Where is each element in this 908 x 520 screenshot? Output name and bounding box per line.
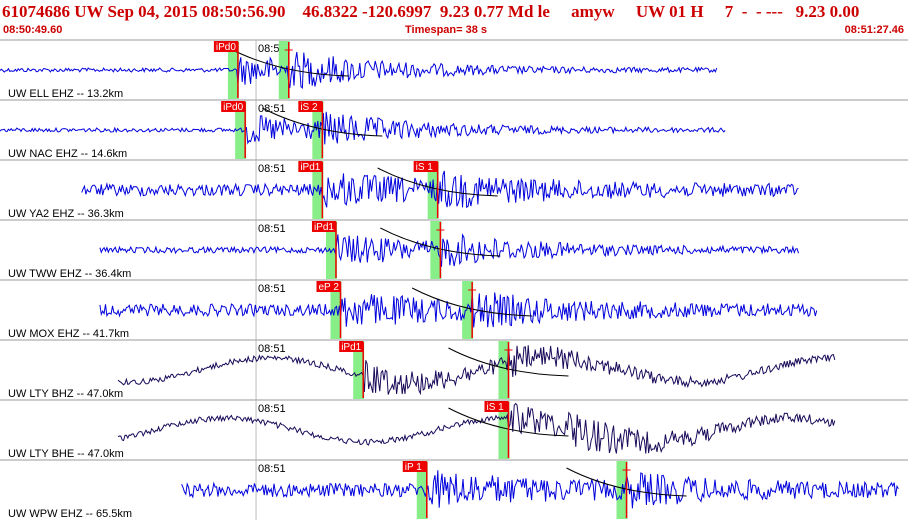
- pick-label[interactable]: iPd0: [216, 42, 236, 53]
- trace-row[interactable]: 08:51 iP 1 UW WPW EHZ -- 65.5km: [0, 459, 908, 520]
- time-tick-label: 08:51: [258, 343, 286, 355]
- time-tick-label: 08:51: [258, 163, 286, 175]
- waveform: [0, 111, 726, 145]
- trace-row[interactable]: 08:51iPd0UW ELL EHZ -- 13.2km: [0, 39, 908, 100]
- pick-label[interactable]: eP 2: [319, 282, 340, 293]
- waveform: [117, 402, 836, 454]
- trace-row[interactable]: 08:51 iPd1 iS 1 UW YA2 EHZ -- 36.3km: [0, 159, 908, 220]
- time-tick-label: 08:51: [258, 283, 286, 295]
- pick-label[interactable]: iS 1: [486, 402, 504, 413]
- station-label: UW LTY BHZ -- 47.0km: [8, 388, 123, 400]
- station-label: UW WPW EHZ -- 65.5km: [8, 508, 132, 520]
- pick-label[interactable]: iP 1: [405, 462, 422, 473]
- trace-row[interactable]: 08:51 eP 2 UW MOX EHZ -- 41.7km: [0, 279, 908, 340]
- pick-label[interactable]: iPd1: [314, 222, 334, 233]
- waveform: [117, 345, 836, 396]
- station-label: UW MOX EHZ -- 41.7km: [8, 328, 129, 340]
- pick-label[interactable]: iPd1: [300, 162, 320, 173]
- trace-row[interactable]: 08:51 iPd0 iS 2 UW NAC EHZ -- 14.6km: [0, 99, 908, 160]
- seismogram-panel: 08:51 iPd0 UW ELL EHZ -- 13.2km 08:51 iPd0 iS…: [0, 39, 908, 520]
- trace-row[interactable]: 08:51 iPd1 UW TWW EHZ -- 36.4km: [0, 219, 908, 280]
- time-tick-label: 08:51: [258, 223, 286, 235]
- waveform: [99, 291, 818, 328]
- trace-row[interactable]: 08:51 iS 1 UW LTY BHE -- 47.0km: [0, 399, 908, 460]
- station-label: UW LTY BHE -- 47.0km: [8, 448, 124, 460]
- pick-label[interactable]: iPd0: [223, 102, 243, 113]
- time-tick-label: 08:51: [258, 103, 286, 115]
- station-label: UW TWW EHZ -- 36.4km: [8, 268, 131, 280]
- time-tick-label: 08:51: [258, 403, 286, 415]
- waveform: [0, 51, 718, 90]
- station-label: UW NAC EHZ -- 14.6km: [8, 148, 127, 160]
- pick-label[interactable]: iS 1: [416, 162, 434, 173]
- station-label: UW YA2 EHZ -- 36.3km: [8, 208, 124, 220]
- station-label: UW ELL EHZ -- 13.2km: [8, 88, 123, 100]
- waveform: [181, 470, 899, 509]
- pick-label[interactable]: iS 2: [300, 102, 318, 113]
- trace-row[interactable]: 08:51 iPd1 UW LTY BHZ -- 47.0km: [0, 339, 908, 400]
- pick-label[interactable]: iPd1: [341, 342, 361, 353]
- time-tick-label: 08:51: [258, 463, 286, 475]
